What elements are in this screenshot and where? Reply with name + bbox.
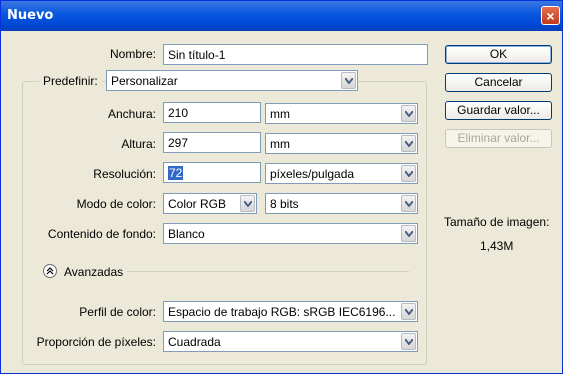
avanzadas-label: Avanzadas — [64, 265, 124, 279]
proporcion-pixeles-value: Cuadrada — [168, 335, 221, 349]
chevron-down-icon[interactable] — [401, 225, 416, 242]
chevron-down-icon[interactable] — [401, 333, 416, 350]
chevron-down-icon[interactable] — [401, 303, 416, 320]
save-preset-button[interactable]: Guardar valor... — [445, 101, 552, 120]
bits-select[interactable]: 8 bits — [265, 193, 418, 214]
predefinir-value: Personalizar — [111, 74, 178, 88]
proporcion-pixeles-label: Proporción de píxeles: — [36, 335, 156, 349]
perfil-color-label: Perfil de color: — [79, 305, 156, 319]
perfil-color-value: Espacio de trabajo RGB: sRGB IEC6196... — [168, 305, 396, 319]
altura-unit: mm — [270, 137, 290, 151]
chevron-down-icon[interactable] — [401, 195, 416, 212]
altura-input[interactable]: 297 — [163, 132, 261, 153]
expand-advanced-toggle[interactable] — [43, 264, 57, 278]
proporcion-pixeles-select[interactable]: Cuadrada — [163, 331, 418, 352]
resolucion-label: Resolución: — [93, 167, 156, 181]
perfil-color-select[interactable]: Espacio de trabajo RGB: sRGB IEC6196... — [163, 301, 418, 322]
close-button[interactable]: × — [541, 6, 560, 25]
delete-preset-button[interactable]: Eliminar valor... — [445, 129, 552, 148]
image-size-value: 1,43M — [480, 239, 514, 253]
chevron-down-icon[interactable] — [401, 105, 416, 122]
modo-color-label: Modo de color: — [76, 197, 156, 211]
anchura-unit: mm — [270, 107, 290, 121]
chevron-down-icon[interactable] — [401, 165, 416, 182]
resolucion-unit-select[interactable]: píxeles/pulgada — [265, 163, 418, 184]
nombre-label: Nombre: — [109, 47, 156, 61]
close-icon: × — [546, 8, 555, 24]
cancel-button[interactable]: Cancelar — [445, 73, 552, 92]
resolucion-value: 72 — [168, 166, 184, 180]
altura-label: Altura: — [121, 137, 156, 151]
title-bar[interactable]: Nuevo × — [1, 1, 562, 31]
anchura-unit-select[interactable]: mm — [265, 103, 418, 124]
ok-button[interactable]: OK — [445, 45, 552, 64]
image-size-label: Tamaño de imagen: — [444, 215, 550, 229]
divider — [127, 271, 409, 272]
altura-unit-select[interactable]: mm — [265, 133, 418, 154]
new-document-dialog: Nuevo × Nombre: Sin título-1 Predefinir:… — [0, 0, 563, 374]
contenido-fondo-select[interactable]: Blanco — [163, 223, 418, 244]
nombre-input[interactable]: Sin título-1 — [163, 44, 428, 65]
chevron-down-icon[interactable] — [341, 72, 356, 89]
contenido-fondo-value: Blanco — [168, 227, 205, 241]
anchura-input[interactable]: 210 — [163, 102, 261, 123]
modo-color-select[interactable]: Color RGB — [163, 193, 257, 214]
resolucion-input[interactable]: 72 — [163, 162, 261, 183]
chevron-up-icon — [46, 267, 54, 275]
contenido-fondo-label: Contenido de fondo: — [47, 227, 156, 241]
dialog-title: Nuevo — [7, 8, 54, 23]
chevron-down-icon[interactable] — [240, 195, 255, 212]
anchura-label: Anchura: — [107, 107, 156, 121]
predefinir-label: Predefinir: — [39, 74, 102, 88]
predefinir-select[interactable]: Personalizar — [106, 70, 358, 91]
chevron-down-icon[interactable] — [401, 135, 416, 152]
resolucion-unit: píxeles/pulgada — [270, 167, 355, 181]
modo-color-value: Color RGB — [168, 197, 227, 211]
bits-value: 8 bits — [270, 197, 299, 211]
